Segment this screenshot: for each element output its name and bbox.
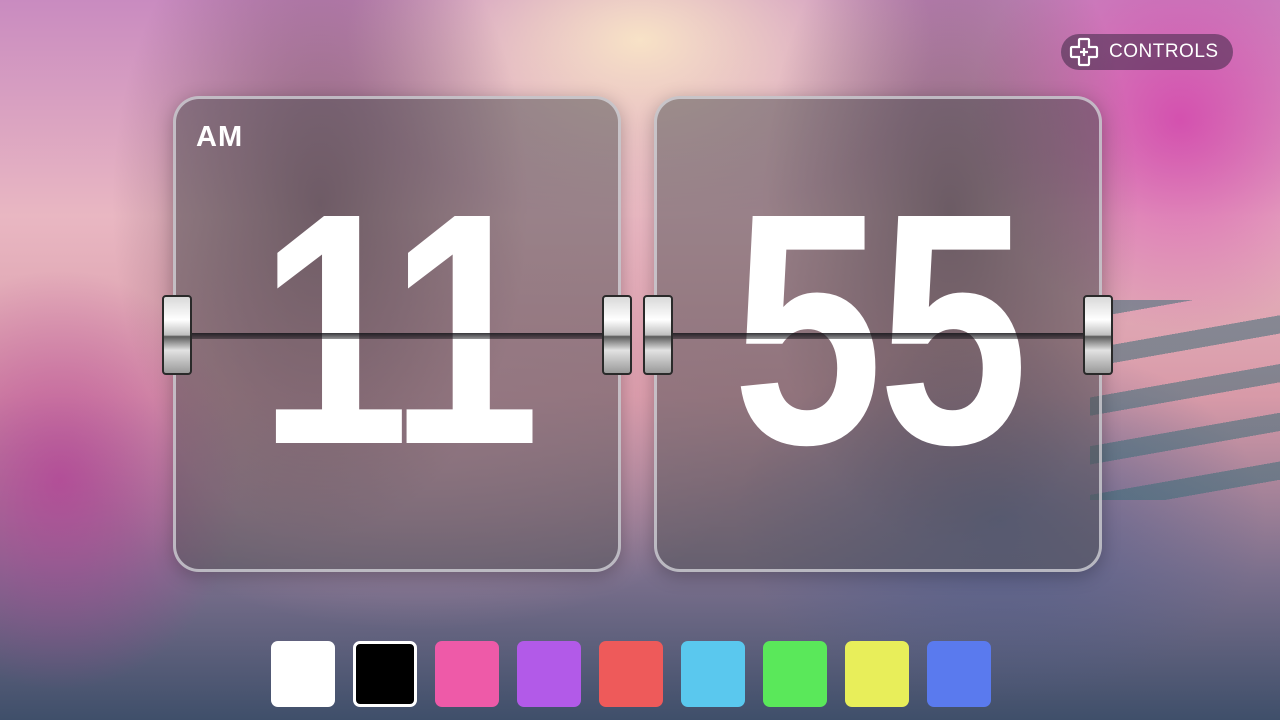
swatch-green[interactable] <box>763 641 827 707</box>
controls-button[interactable]: CONTROLS <box>1061 34 1233 70</box>
minutes-flip-card: 55 <box>643 96 1113 572</box>
dpad-icon <box>1069 37 1099 67</box>
swatch-purple[interactable] <box>517 641 581 707</box>
swatch-blue[interactable] <box>927 641 991 707</box>
swatch-pink[interactable] <box>435 641 499 707</box>
flip-split-line <box>657 333 1099 339</box>
hinge-left <box>162 295 192 375</box>
controls-label: CONTROLS <box>1109 41 1219 62</box>
swatch-yellow[interactable] <box>845 641 909 707</box>
flip-split-line <box>176 333 618 339</box>
swatch-red[interactable] <box>599 641 663 707</box>
minutes-value: 55 <box>732 144 1028 513</box>
hinge-left <box>643 295 673 375</box>
swatch-black[interactable] <box>353 641 417 707</box>
background-railing <box>1090 300 1280 500</box>
swatch-white[interactable] <box>271 641 335 707</box>
hours-flip-card: AM 11 <box>162 96 632 572</box>
swatch-sky-blue[interactable] <box>681 641 745 707</box>
hinge-right <box>602 295 632 375</box>
color-swatch-bar <box>271 641 991 707</box>
clock-screen: CONTROLS AM 11 55 <box>0 0 1280 720</box>
hinge-right <box>1083 295 1113 375</box>
hours-value: 11 <box>258 144 540 513</box>
